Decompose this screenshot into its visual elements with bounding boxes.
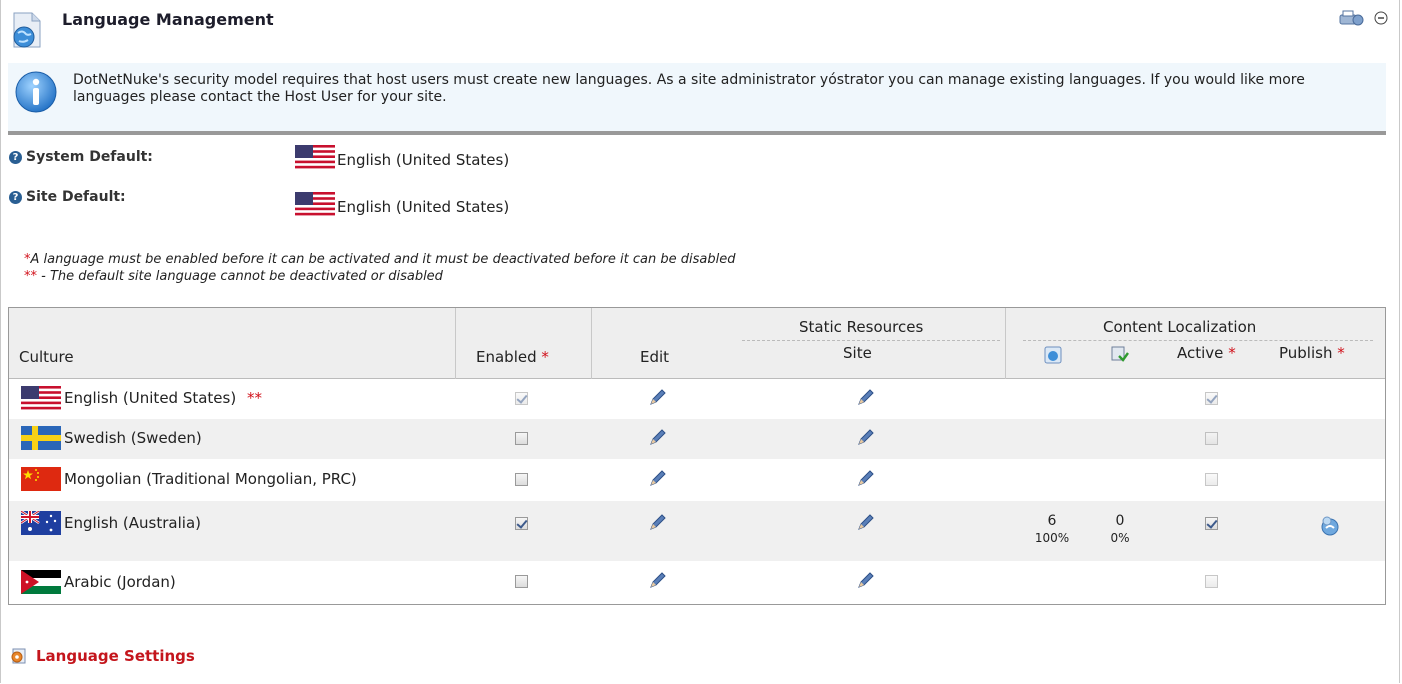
enabled-checkbox[interactable] [515,473,528,486]
culture-name: Arabic (Jordan) [64,573,176,591]
table-row: Swedish (Sweden) [9,419,1385,459]
culture-cell: Mongolian (Traditional Mongolian, PRC) [21,467,357,491]
culture-cell: Arabic (Jordan) [21,570,176,594]
notes: *A language must be enabled before it ca… [24,251,735,285]
translated-count: 6 [1047,513,1057,529]
untranslated-stat[interactable]: 0 0% [1100,513,1140,547]
sweden-flag-icon [21,426,61,450]
help-icon[interactable]: ? [9,150,22,164]
collapse-icon[interactable] [1374,11,1388,25]
column-edit: Edit [640,348,670,366]
australia-flag-icon [21,511,61,535]
help-icon[interactable]: ? [9,190,22,204]
site-default-label: ? Site Default: [9,189,126,205]
column-publish: Publish * [1279,344,1345,362]
culture-name: Swedish (Sweden) [64,429,202,447]
culture-cell: Swedish (Sweden) [21,426,202,450]
column-static-resources: Static Resources [799,318,924,336]
us-flag-icon [295,192,335,216]
language-settings-label: Language Settings [36,647,195,665]
column-culture: Culture [19,348,74,366]
note-text: A language must be enabled before it can… [30,252,736,267]
us-flag-icon [21,386,61,410]
enabled-checkbox[interactable] [515,575,528,588]
note-marker: ** [24,269,37,284]
translated-pages-icon [1044,346,1062,364]
edit-pencil-icon[interactable] [647,469,667,489]
culture-name: English (United States) [64,389,237,407]
column-active-label: Active [1177,344,1224,362]
site-default-text: English (United States) [337,198,510,216]
system-default-value: English (United States) [295,145,509,169]
edit-pencil-icon[interactable] [647,428,667,448]
publish-icon[interactable] [1319,515,1341,537]
untranslated-count: 0 [1115,513,1125,529]
untranslated-percent: 0% [1110,531,1130,545]
system-default-label: ? System Default: [9,149,153,165]
edit-site-resources-icon[interactable] [855,388,875,408]
globe-document-icon [13,12,41,48]
settings-icon [11,648,26,664]
enabled-checkbox[interactable] [515,432,528,445]
edit-pencil-icon[interactable] [647,571,667,591]
table-row: Arabic (Jordan) [9,561,1385,604]
culture-cell: English (Australia) [21,511,201,535]
languages-grid: Culture Enabled * Edit Static Resources … [8,307,1386,605]
system-default-text: English (United States) [337,151,510,169]
group-divider [742,340,1000,341]
enabled-checkbox[interactable] [515,392,528,405]
active-checkbox[interactable] [1205,575,1218,588]
table-row: Mongolian (Traditional Mongolian, PRC) [9,459,1385,501]
edit-site-resources-icon[interactable] [855,428,875,448]
table-row: English (United States) ** [9,379,1385,419]
note-enable-activate: *A language must be enabled before it ca… [24,251,735,268]
site-default-value: English (United States) [295,192,509,216]
required-marker: * [541,348,549,366]
column-enabled: Enabled * [476,348,549,366]
active-checkbox[interactable] [1205,517,1218,530]
edit-pencil-icon[interactable] [647,388,667,408]
translated-percent: 100% [1034,531,1070,545]
table-row: English (Australia) 6 100% 0 0% [9,501,1385,561]
system-default-label-text: System Default: [26,149,153,165]
column-enabled-label: Enabled [476,348,537,366]
column-content-localization: Content Localization [1103,318,1257,336]
edit-site-resources-icon[interactable] [855,513,875,533]
untranslated-pages-icon [1111,346,1129,362]
note-default-language: ** - The default site language cannot be… [24,268,735,285]
group-divider [1023,340,1373,341]
edit-pencil-icon[interactable] [647,513,667,533]
module-actions [1338,9,1388,27]
active-checkbox[interactable] [1205,432,1218,445]
required-marker: * [1337,344,1345,362]
required-marker: * [1228,344,1236,362]
default-marker: ** [247,389,262,407]
culture-name: English (Australia) [64,514,201,532]
note-text: - The default site language cannot be de… [37,269,443,284]
edit-site-resources-icon[interactable] [855,469,875,489]
china-flag-icon [21,467,61,491]
column-site: Site [843,344,872,362]
culture-name: Mongolian (Traditional Mongolian, PRC) [64,470,357,488]
divider [8,131,1386,135]
enabled-checkbox[interactable] [515,517,528,530]
info-message: DotNetNuke's security model requires tha… [73,72,1305,105]
active-checkbox[interactable] [1205,473,1218,486]
site-default-label-text: Site Default: [26,189,126,205]
jordan-flag-icon [21,570,61,594]
edit-site-resources-icon[interactable] [855,571,875,591]
active-checkbox[interactable] [1205,392,1218,405]
module-title: Language Management [62,10,274,29]
grid-header: Culture Enabled * Edit Static Resources … [9,308,1385,379]
us-flag-icon [295,145,335,169]
print-icon[interactable] [1338,9,1364,27]
info-icon [15,71,57,113]
column-active: Active * [1177,344,1236,362]
language-settings-link[interactable]: Language Settings [10,647,195,665]
culture-cell: English (United States) ** [21,386,262,410]
translated-stat[interactable]: 6 100% [1030,513,1074,547]
column-publish-label: Publish [1279,344,1333,362]
